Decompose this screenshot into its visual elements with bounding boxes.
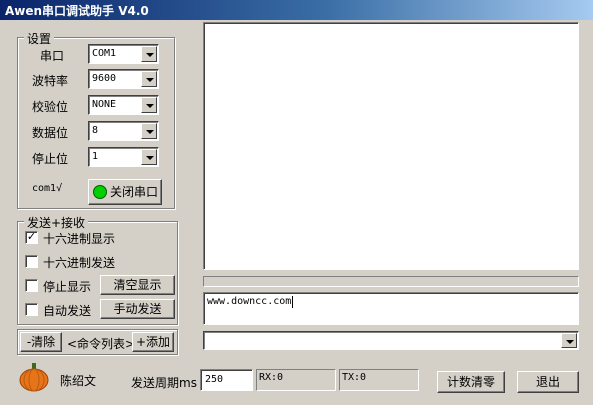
- port-label: 串口: [40, 49, 65, 63]
- window-title: Awen串口调试助手 V4.0: [5, 4, 149, 18]
- stopbits-label: 停止位: [32, 152, 69, 166]
- close-port-label: 关闭串口: [110, 185, 159, 199]
- progress-bar: [203, 276, 579, 287]
- baud-label: 波特率: [32, 74, 69, 88]
- led-indicator-icon: [93, 185, 107, 199]
- hex-display-checkbox[interactable]: ✓: [25, 231, 38, 244]
- rx-counter-text: RX:0: [259, 372, 284, 383]
- add-command-label: +添加: [135, 335, 171, 349]
- send-input-text: www.downcc.com: [207, 296, 292, 307]
- clear-command-label: -清除: [26, 335, 56, 349]
- rx-counter: RX:0: [256, 369, 336, 391]
- period-label: 发送周期ms: [131, 376, 197, 390]
- hex-display-label: 十六进制显示: [43, 232, 116, 246]
- period-input-value: 250: [205, 374, 224, 385]
- stop-display-label: 停止显示: [43, 280, 92, 294]
- auto-send-checkbox[interactable]: [25, 303, 38, 316]
- clear-display-label: 清空显示: [113, 278, 162, 292]
- port-status-text: com1√: [32, 183, 63, 194]
- receive-textarea[interactable]: [203, 22, 579, 270]
- pumpkin-icon: [18, 361, 50, 393]
- period-input[interactable]: 250: [200, 369, 253, 391]
- chevron-down-icon[interactable]: [141, 71, 157, 87]
- chevron-down-icon[interactable]: [561, 333, 577, 348]
- auto-send-label: 自动发送: [43, 304, 92, 318]
- baud-select-value: 9600: [92, 73, 117, 84]
- chevron-down-icon[interactable]: [141, 97, 157, 113]
- exit-button[interactable]: 退出: [517, 371, 579, 393]
- text-cursor: [292, 296, 293, 308]
- manual-send-button[interactable]: 手动发送: [100, 299, 175, 319]
- databits-select-value: 8: [92, 125, 99, 136]
- chevron-down-icon[interactable]: [141, 123, 157, 139]
- databits-select[interactable]: 8: [88, 121, 159, 141]
- send-input[interactable]: www.downcc.com: [203, 292, 579, 325]
- port-select[interactable]: COM1: [88, 44, 159, 64]
- add-command-button[interactable]: +添加: [132, 332, 174, 352]
- stop-display-checkbox[interactable]: [25, 279, 38, 292]
- exit-label: 退出: [535, 375, 560, 389]
- close-port-button[interactable]: 关闭串口: [88, 179, 162, 205]
- parity-select-value: NONE: [92, 99, 117, 110]
- reset-count-button[interactable]: 计数清零: [437, 371, 505, 393]
- baud-select[interactable]: 9600: [88, 69, 159, 89]
- check-icon: ✓: [26, 230, 37, 243]
- tx-counter: TX:0: [339, 369, 419, 391]
- send-receive-group-title: 发送+接收: [24, 214, 89, 231]
- hex-send-checkbox[interactable]: [25, 255, 38, 268]
- parity-label: 校验位: [32, 100, 69, 114]
- parity-select[interactable]: NONE: [88, 95, 159, 115]
- command-list[interactable]: <命令列表>: [67, 335, 135, 352]
- clear-display-button[interactable]: 清空显示: [100, 275, 175, 295]
- reset-count-label: 计数清零: [446, 375, 495, 389]
- clear-command-button[interactable]: -清除: [20, 332, 62, 352]
- stopbits-select-value: 1: [92, 151, 99, 162]
- command-select[interactable]: [203, 331, 579, 350]
- settings-group-title: 设置: [24, 30, 55, 47]
- stopbits-select[interactable]: 1: [88, 147, 159, 167]
- tx-counter-text: TX:0: [342, 372, 367, 383]
- title-bar: Awen串口调试助手 V4.0: [0, 0, 593, 20]
- port-select-value: COM1: [92, 48, 117, 59]
- chevron-down-icon[interactable]: [141, 149, 157, 165]
- manual-send-label: 手动发送: [113, 302, 162, 316]
- hex-send-label: 十六进制发送: [43, 256, 116, 270]
- chevron-down-icon[interactable]: [141, 46, 157, 62]
- author-label: 陈绍文: [60, 374, 97, 388]
- databits-label: 数据位: [32, 126, 69, 140]
